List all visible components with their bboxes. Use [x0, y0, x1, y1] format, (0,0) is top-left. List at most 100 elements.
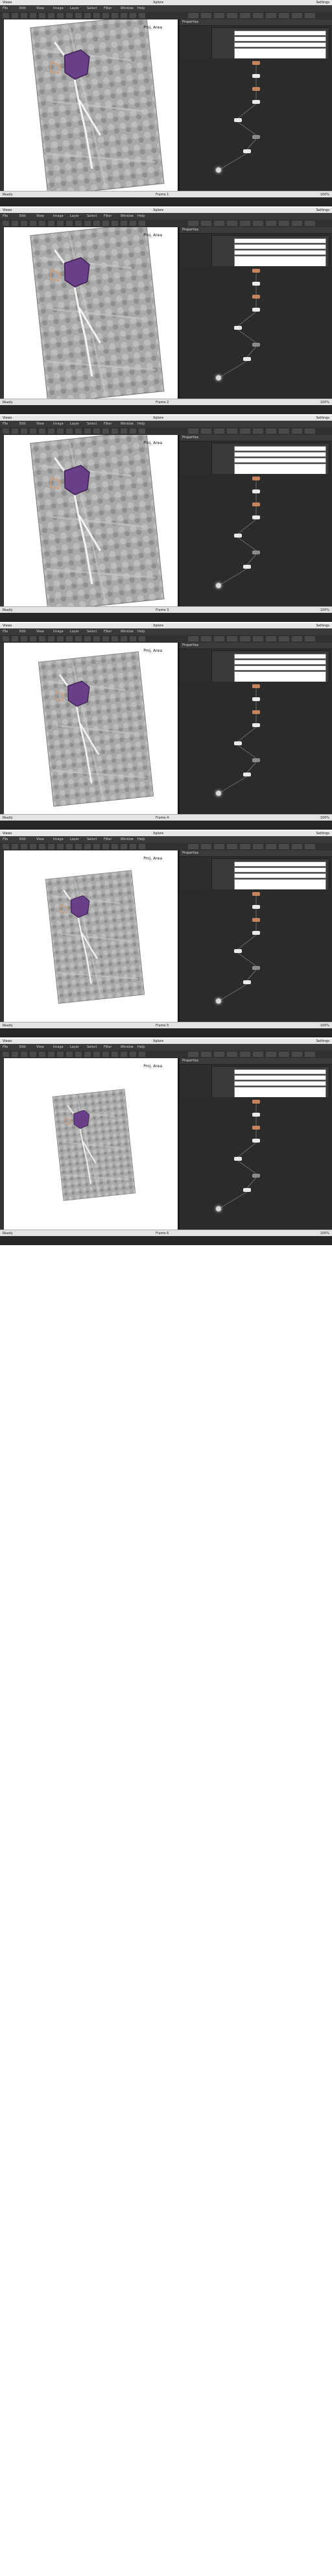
toolbar-button[interactable]	[93, 221, 100, 226]
node-transform[interactable]	[252, 74, 260, 78]
toolbar-button[interactable]	[75, 636, 82, 641]
menu-item[interactable]: Filter	[104, 1044, 112, 1050]
title-right[interactable]: Settings	[316, 0, 329, 5]
toolbar-button[interactable]	[305, 221, 315, 226]
viewer-node-dot[interactable]	[216, 583, 221, 588]
toolbar-button[interactable]	[12, 636, 18, 641]
toolbar-button[interactable]	[240, 844, 250, 849]
property-field[interactable]	[234, 665, 326, 671]
menu-item[interactable]: Layer	[70, 421, 79, 427]
toolbar-button[interactable]	[240, 428, 250, 434]
toolbar-button[interactable]	[48, 428, 54, 434]
toolbar-button[interactable]	[292, 13, 302, 18]
node-write[interactable]	[243, 149, 251, 153]
toolbar-button[interactable]	[214, 13, 224, 18]
node-graph[interactable]	[180, 58, 332, 191]
toolbar-button[interactable]	[30, 1052, 36, 1057]
toolbar-button[interactable]	[279, 636, 289, 641]
toolbar-button[interactable]	[121, 221, 127, 226]
menu-item[interactable]: View	[36, 836, 44, 843]
toolbar-button[interactable]	[48, 221, 54, 226]
map-canvas[interactable]: Proj. Area	[0, 643, 178, 814]
node-graph-canvas[interactable]	[180, 474, 332, 606]
toolbar-button[interactable]	[102, 636, 109, 641]
toolbar-button[interactable]	[188, 844, 198, 849]
toolbar-button[interactable]	[39, 1052, 45, 1057]
menu-item[interactable]: Image	[53, 836, 64, 843]
title-right[interactable]: Settings	[316, 208, 329, 213]
node-write[interactable]	[243, 1188, 251, 1192]
toolbar-button[interactable]	[3, 221, 9, 226]
node-blur[interactable]	[252, 966, 260, 970]
toolbar-button[interactable]	[279, 428, 289, 434]
map-canvas[interactable]: Proj. Area	[0, 19, 178, 191]
toolbar-button[interactable]	[130, 428, 136, 434]
toolbar-button[interactable]	[66, 1052, 73, 1057]
property-field[interactable]	[234, 873, 326, 878]
menu-item[interactable]: Layer	[70, 1044, 79, 1050]
menu-item[interactable]: Edit	[19, 1044, 26, 1050]
node-graph-canvas[interactable]	[180, 266, 332, 399]
toolbar-button[interactable]	[30, 221, 36, 226]
menu-item[interactable]: Select	[87, 836, 97, 843]
toolbar-button[interactable]	[279, 844, 289, 849]
toolbar-button[interactable]	[57, 844, 64, 849]
toolbar-button[interactable]	[253, 636, 263, 641]
toolbar-button[interactable]	[188, 636, 198, 641]
property-field[interactable]	[234, 446, 326, 451]
menu-item[interactable]: View	[36, 628, 44, 635]
toolbar-button[interactable]	[130, 13, 136, 18]
menu-item[interactable]: Window	[121, 836, 134, 843]
toolbar-button[interactable]	[292, 844, 302, 849]
toolbar-button[interactable]	[279, 1052, 289, 1057]
toolbar-button[interactable]	[3, 428, 9, 434]
toolbar-button[interactable]	[21, 428, 27, 434]
property-field[interactable]	[234, 1081, 326, 1086]
toolbar-button[interactable]	[93, 844, 100, 849]
toolbar-button[interactable]	[84, 221, 91, 226]
title-right[interactable]: Settings	[316, 623, 329, 628]
viewer-node-dot[interactable]	[216, 998, 221, 1004]
title-left[interactable]: Views	[3, 831, 12, 836]
toolbar-button[interactable]	[305, 428, 315, 434]
toolbar-button[interactable]	[3, 13, 9, 18]
toolbar-button[interactable]	[279, 221, 289, 226]
toolbar-button[interactable]	[30, 636, 36, 641]
viewer-node-dot[interactable]	[216, 375, 221, 380]
map-canvas[interactable]: Proj. Area	[0, 850, 178, 1022]
toolbar-button[interactable]	[214, 844, 224, 849]
node-blur[interactable]	[252, 343, 260, 347]
menu-item[interactable]: View	[36, 5, 44, 12]
toolbar-button[interactable]	[12, 844, 18, 849]
node-transform[interactable]	[252, 1113, 260, 1117]
toolbar-button[interactable]	[121, 636, 127, 641]
toolbar-button[interactable]	[188, 428, 198, 434]
menu-item[interactable]: Window	[121, 421, 134, 427]
toolbar-button[interactable]	[57, 13, 64, 18]
node-blur[interactable]	[252, 551, 260, 554]
menu-item[interactable]: Filter	[104, 628, 112, 635]
toolbar-button[interactable]	[75, 844, 82, 849]
timeline-strip[interactable]	[0, 821, 332, 830]
menu-item[interactable]: Select	[87, 628, 97, 635]
toolbar-button[interactable]	[39, 13, 45, 18]
toolbar-button[interactable]	[84, 13, 91, 18]
toolbar-button[interactable]	[240, 1052, 250, 1057]
property-field[interactable]	[234, 238, 326, 243]
node-graph-canvas[interactable]	[180, 58, 332, 191]
node-grade[interactable]	[252, 710, 260, 714]
node-merge[interactable]	[252, 308, 260, 312]
node-graph-canvas[interactable]	[180, 1097, 332, 1230]
toolbar-button[interactable]	[214, 428, 224, 434]
toolbar-button[interactable]	[21, 636, 27, 641]
property-field[interactable]	[234, 867, 326, 873]
toolbar-button[interactable]	[188, 13, 198, 18]
toolbar-button[interactable]	[3, 1052, 9, 1057]
property-field[interactable]	[234, 654, 326, 659]
node-grade[interactable]	[252, 295, 260, 299]
toolbar-button[interactable]	[3, 636, 9, 641]
menu-item[interactable]: Layer	[70, 836, 79, 843]
image-viewer[interactable]: Proj. Area	[0, 227, 178, 399]
map-canvas[interactable]: Proj. Area	[0, 1058, 178, 1230]
node-read[interactable]	[252, 684, 260, 688]
